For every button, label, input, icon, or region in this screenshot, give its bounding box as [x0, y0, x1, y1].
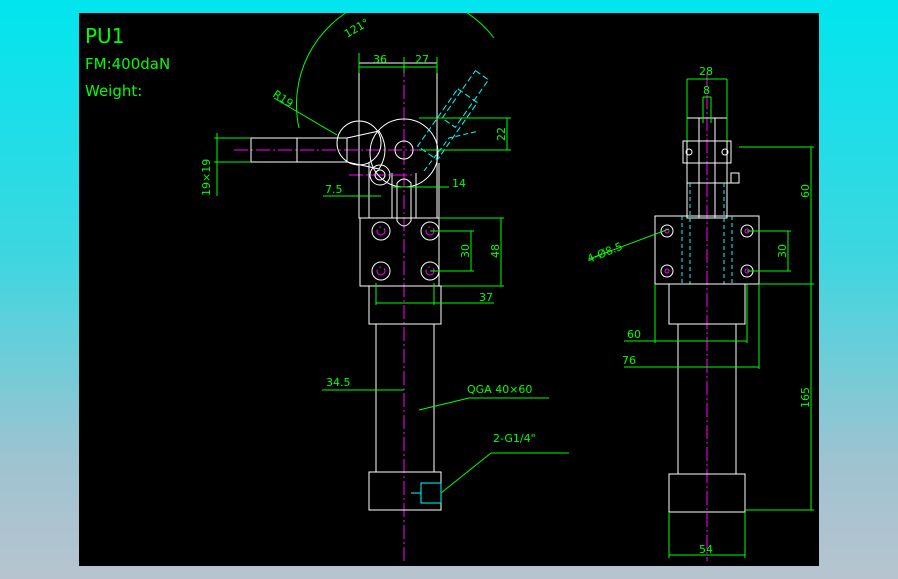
- dim-8: 8: [703, 84, 710, 97]
- dim-handle: 19×19: [200, 159, 213, 196]
- cylinder-end-cap: [368, 471, 442, 511]
- cylinder-head: [368, 285, 442, 325]
- dim-27: 27: [415, 53, 429, 66]
- cylinder-spec: QGA 40×60: [467, 383, 532, 396]
- dim-36: 36: [373, 53, 387, 66]
- dim-48: 48: [489, 244, 502, 258]
- holes-spec: 4-Ø8.5: [585, 240, 624, 266]
- dim-14: 14: [452, 177, 466, 190]
- dim-r19: R19: [270, 88, 295, 111]
- dim-165: 165: [799, 387, 812, 408]
- dim-54: 54: [699, 543, 713, 556]
- dim-7-5: 7.5: [325, 183, 343, 196]
- dim-30-left: 30: [459, 244, 472, 258]
- dim-34-5: 34.5: [326, 376, 351, 389]
- weight-label: Weight:: [85, 82, 142, 100]
- angle-dim: 121°: [342, 16, 371, 41]
- drawing-svg: PU1 FM:400daN Weight: 121° 36 27 R19 22 …: [85, 13, 814, 561]
- model-title: PU1: [85, 24, 124, 48]
- dim-30-right: 30: [776, 244, 789, 258]
- cylinder-body: [375, 323, 435, 473]
- dim-76: 76: [622, 354, 636, 367]
- dim-60-low: 60: [627, 328, 641, 341]
- dim-37: 37: [479, 291, 493, 304]
- dim-22: 22: [495, 127, 508, 141]
- mount-block: [359, 217, 440, 287]
- air-port: [420, 482, 442, 504]
- port-spec: 2-G1/4": [493, 432, 536, 445]
- force-label: FM:400daN: [85, 55, 170, 73]
- dim-60-right: 60: [799, 184, 812, 198]
- cad-drawing-canvas: PU1 FM:400daN Weight: 121° 36 27 R19 22 …: [79, 13, 819, 566]
- dim-28: 28: [699, 65, 713, 78]
- left-view: 121° 36 27 R19 22 19×19 7.5 14 30 48 37 …: [200, 13, 569, 561]
- mount-bolts: [371, 221, 440, 281]
- right-view: 28 8 4-Ø8.5 60 30 60 76 165 54: [585, 65, 814, 561]
